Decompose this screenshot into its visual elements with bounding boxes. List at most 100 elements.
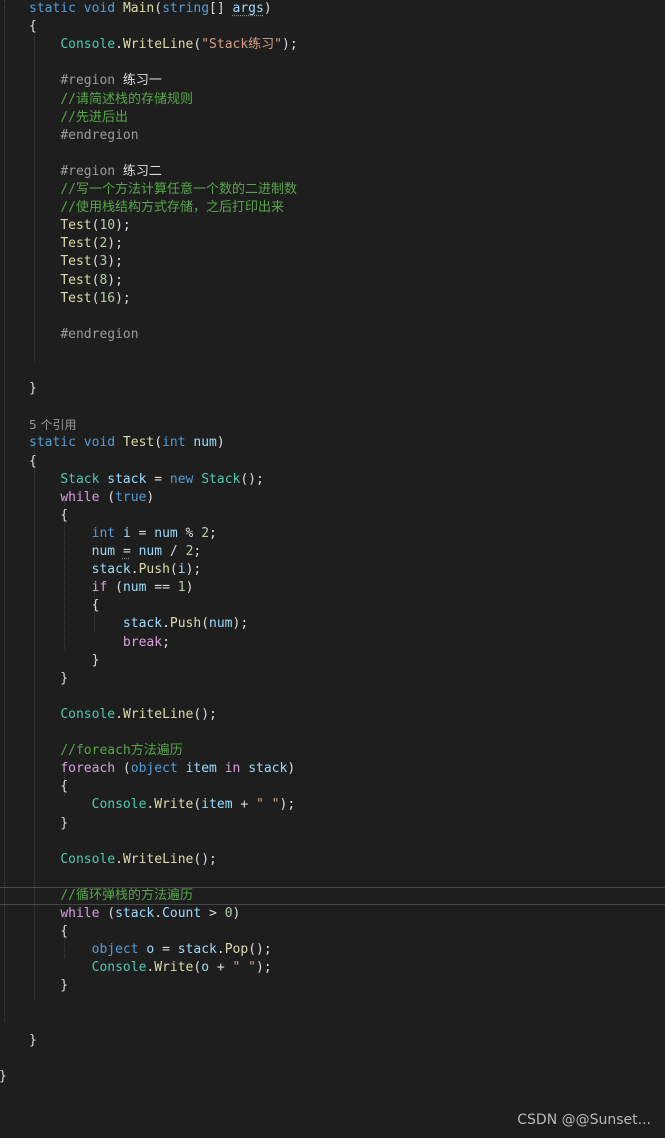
code-line[interactable]: } [29, 815, 68, 833]
code-token: } [29, 978, 69, 994]
code-token: Console [60, 706, 116, 722]
code-token: . [216, 942, 225, 958]
code-line[interactable]: } [0, 1068, 7, 1086]
code-token: ); [107, 272, 123, 288]
code-token: } [29, 815, 69, 831]
code-token: . [115, 851, 123, 867]
codelens-references[interactable]: 5 个引用 [29, 416, 76, 434]
code-token: true [115, 489, 147, 505]
code-token: o [201, 960, 210, 976]
code-line[interactable]: { [29, 778, 68, 796]
code-token: 1 [177, 580, 186, 596]
code-line[interactable]: #region 练习一 [29, 72, 162, 90]
code-token: "Stack练习" [201, 37, 283, 53]
code-line[interactable]: Test(10); [29, 217, 130, 235]
code-line[interactable]: Console.WriteLine(); [29, 706, 217, 724]
code-token: static [29, 1, 76, 16]
code-token: void [83, 435, 116, 451]
code-line[interactable]: //先进后出 [29, 109, 128, 127]
code-token: Console [91, 797, 147, 813]
code-token: Pop [224, 942, 249, 958]
code-line[interactable]: Test(16); [29, 290, 130, 308]
code-token: object [91, 942, 139, 958]
code-token: { [29, 924, 69, 940]
code-line[interactable]: Stack stack = new Stack(); [29, 471, 264, 489]
code-token: . [154, 906, 163, 921]
code-line[interactable]: Console.WriteLine("Stack练习"); [29, 36, 298, 54]
code-line[interactable]: { [29, 18, 37, 36]
code-line[interactable]: stack.Push(num); [29, 615, 248, 633]
code-line[interactable]: stack.Push(i); [29, 561, 202, 579]
code-token: num [154, 525, 178, 541]
code-token: ) [263, 1, 272, 16]
code-token: ); [282, 37, 298, 53]
code-token: { [29, 598, 100, 614]
code-token: == [146, 580, 178, 596]
code-line[interactable]: static void Test(int num) [29, 434, 225, 452]
code-line[interactable]: { [29, 597, 100, 615]
code-line[interactable]: Console.Write(o + " "); [29, 959, 272, 977]
code-line[interactable]: #endregion [29, 326, 138, 344]
code-line[interactable]: } [29, 670, 68, 688]
code-token: ) [287, 761, 296, 777]
code-line[interactable]: } [29, 1032, 37, 1050]
code-token: Test [60, 272, 92, 288]
code-token: ( [169, 562, 178, 578]
code-line[interactable]: Test(3); [29, 253, 123, 271]
code-editor[interactable]: static void Main(string[] args){ Console… [0, 0, 665, 1138]
code-token: ) [232, 906, 241, 921]
code-token: WriteLine [122, 706, 194, 722]
code-line[interactable]: } [29, 977, 68, 995]
code-line[interactable]: Test(2); [29, 235, 123, 253]
code-token: 2 [201, 525, 210, 541]
code-line[interactable]: //循环弹栈的方法遍历 [29, 887, 193, 905]
code-line[interactable]: } [29, 652, 100, 670]
code-line[interactable]: Test(8); [29, 272, 123, 290]
code-line[interactable]: break; [29, 634, 170, 652]
code-line[interactable]: foreach (object item in stack) [29, 760, 295, 778]
csdn-watermark: CSDN @@Sunset... [517, 1112, 651, 1128]
code-token: void [83, 1, 116, 16]
code-line[interactable]: num = num / 2; [29, 543, 202, 561]
code-line[interactable]: #region 练习二 [29, 163, 162, 181]
code-token: while [60, 906, 100, 921]
code-line[interactable]: } [29, 380, 37, 398]
code-token: ( [99, 906, 116, 921]
code-line[interactable]: //使用栈结构方式存储，之后打印出来 [29, 199, 284, 217]
code-line[interactable]: if (num == 1) [29, 579, 194, 597]
code-token: string [162, 1, 210, 16]
code-token: Console [60, 37, 116, 53]
code-token: } [29, 670, 69, 686]
code-line[interactable]: object o = stack.Pop(); [29, 941, 272, 959]
code-token: stack [107, 471, 147, 487]
code-token: i [122, 525, 131, 541]
code-line[interactable]: while (true) [29, 489, 154, 507]
code-token: Write [154, 797, 194, 813]
code-line[interactable]: //请简述栈的存储规则 [29, 91, 193, 109]
code-line[interactable]: //写一个方法计算任意一个数的二进制数 [29, 181, 297, 199]
code-line[interactable]: { [29, 507, 68, 525]
code-token: Push [169, 616, 202, 632]
code-line[interactable]: int i = num % 2; [29, 525, 217, 543]
code-line[interactable]: //foreach方法遍历 [29, 742, 182, 760]
code-line[interactable]: { [29, 453, 37, 471]
code-token: //请简述栈的存储规则 [60, 91, 193, 107]
code-line[interactable]: { [29, 923, 68, 941]
code-token: (); [193, 851, 217, 867]
code-line[interactable]: static void Main(string[] args) [29, 0, 272, 18]
code-line[interactable]: Console.Write(item + " "); [29, 796, 296, 814]
code-token: while [60, 489, 100, 505]
code-token: 16 [99, 290, 116, 306]
code-line[interactable]: #endregion [29, 127, 138, 145]
code-token: item [185, 761, 217, 777]
code-token: WriteLine [122, 851, 194, 867]
code-token: #region [60, 163, 116, 179]
code-line[interactable]: while (stack.Count > 0) [29, 905, 240, 923]
code-line[interactable]: Console.WriteLine(); [29, 851, 217, 869]
